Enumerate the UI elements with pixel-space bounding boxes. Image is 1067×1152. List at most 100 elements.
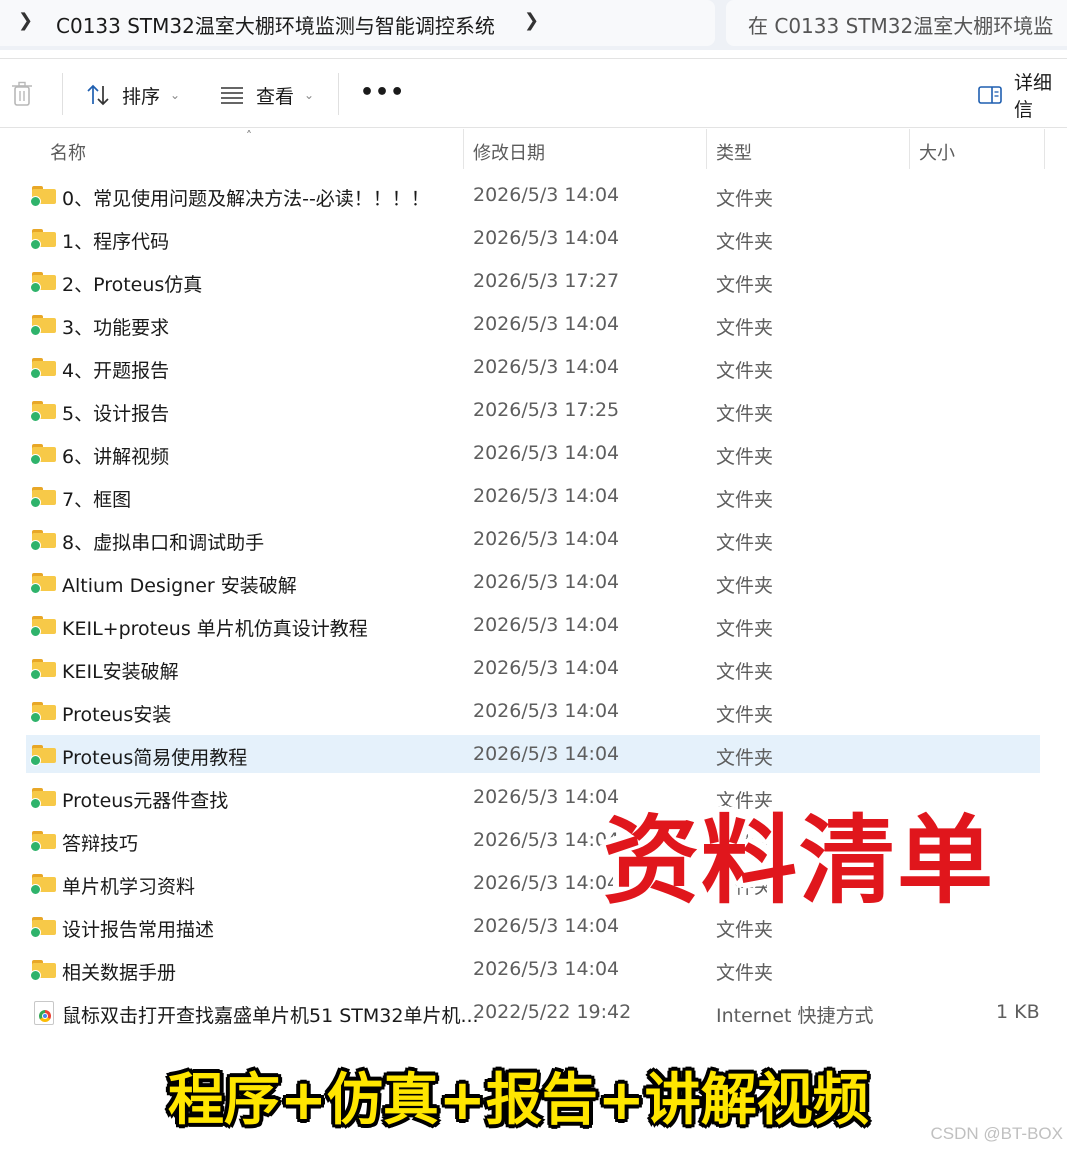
search-input[interactable]: 在 C0133 STM32温室大棚环境监 [726,0,1067,46]
file-row[interactable]: Proteus简易使用教程 2026/5/3 14:04 文件夹 [26,735,1040,773]
file-type: Internet 快捷方式 [716,1005,874,1027]
file-row[interactable]: 3、功能要求 2026/5/3 14:04 文件夹 [26,305,1040,343]
file-date: 2026/5/3 14:04 [473,614,620,636]
file-row[interactable]: 0、常见使用问题及解决方法--必读！！！！ 2026/5/3 14:04 文件夹 [26,176,1040,214]
file-row[interactable]: KEIL安装破解 2026/5/3 14:04 文件夹 [26,649,1040,687]
file-name: Proteus元器件查找 [62,790,229,812]
file-date: 2026/5/3 14:04 [473,829,620,851]
file-name: 4、开题报告 [62,360,170,382]
file-date: 2026/5/3 14:04 [473,356,620,378]
file-type: 文件夹 [716,489,774,511]
file-row[interactable]: 1、程序代码 2026/5/3 14:04 文件夹 [26,219,1040,257]
folder-icon [30,487,56,508]
file-row[interactable]: 6、讲解视频 2026/5/3 14:04 文件夹 [26,434,1040,472]
file-date: 2026/5/3 17:25 [473,399,620,421]
file-date: 2026/5/3 14:04 [473,528,620,550]
file-name: KEIL+proteus 单片机仿真设计教程 [62,618,368,640]
toolbar: 排序 ⌄ 查看 ⌄ ••• 详细信 [0,58,1067,128]
folder-icon [30,401,56,422]
details-pane-label: 详细信 [1014,72,1053,121]
file-row[interactable]: 8、虚拟串口和调试助手 2026/5/3 14:04 文件夹 [26,520,1040,558]
view-icon [220,86,244,104]
file-type: 文件夹 [716,274,774,296]
breadcrumb-folder[interactable]: C0133 STM32温室大棚环境监测与智能调控系统 [56,10,495,39]
file-date: 2026/5/3 14:04 [473,700,620,722]
file-date: 2026/5/3 14:04 [473,872,620,894]
file-name: Proteus简易使用教程 [62,747,248,769]
file-date: 2026/5/3 14:04 [473,485,620,507]
folder-icon [30,745,56,766]
file-date: 2026/5/3 14:04 [473,571,620,593]
file-row[interactable]: Proteus安装 2026/5/3 14:04 文件夹 [26,692,1040,730]
address-bar: ❯ C0133 STM32温室大棚环境监测与智能调控系统 ❯ 在 C0133 S… [0,0,1067,50]
file-row[interactable]: 7、框图 2026/5/3 14:04 文件夹 [26,477,1040,515]
red-banner-text: 资料清单 [603,805,995,917]
column-header-date[interactable]: 修改日期 [473,139,545,165]
file-date: 2026/5/3 14:04 [473,786,620,808]
breadcrumb[interactable]: ❯ C0133 STM32温室大棚环境监测与智能调控系统 ❯ [0,0,715,46]
file-row[interactable]: Altium Designer 安装破解 2026/5/3 14:04 文件夹 [26,563,1040,601]
folder-icon [30,272,56,293]
sort-ascending-icon: ˄ [246,129,252,143]
file-name: 2、Proteus仿真 [62,274,203,296]
folder-icon [30,186,56,207]
search-placeholder: 在 C0133 STM32温室大棚环境监 [748,14,1054,38]
more-options-button[interactable]: ••• [360,80,405,105]
toolbar-divider [338,73,339,115]
file-row[interactable]: 2、Proteus仿真 2026/5/3 17:27 文件夹 [26,262,1040,300]
toolbar-divider [62,73,63,115]
folder-icon [30,917,56,938]
internet-shortcut-icon [34,1001,54,1025]
column-divider[interactable] [1044,129,1045,169]
folder-icon [30,702,56,723]
column-header-type[interactable]: 类型 [716,139,752,165]
sort-icon [86,84,110,106]
file-row[interactable]: 鼠标双击打开查找嘉盛单片机51 STM32单片机... 2022/5/22 19:… [26,993,1040,1031]
column-divider[interactable] [909,129,910,169]
file-date: 2026/5/3 17:27 [473,270,620,292]
file-date: 2026/5/3 14:04 [473,184,620,206]
file-type: 文件夹 [716,575,774,597]
file-name: 答辩技巧 [62,833,139,855]
file-type: 文件夹 [716,661,774,683]
file-date: 2026/5/3 14:04 [473,313,620,335]
details-pane-button[interactable]: 详细信 [978,72,1067,121]
column-header-name[interactable]: 名称 [50,139,86,165]
file-name: Altium Designer 安装破解 [62,575,297,597]
file-type: 文件夹 [716,188,774,210]
file-name: 5、设计报告 [62,403,170,425]
sort-label: 排序 [122,85,161,108]
sort-button[interactable]: 排序 ⌄ [86,81,180,109]
column-divider[interactable] [706,129,707,169]
file-date: 2022/5/22 19:42 [473,1001,632,1023]
file-type: 文件夹 [716,360,774,382]
details-pane-icon [978,85,1002,105]
delete-icon[interactable] [10,81,34,111]
folder-icon [30,788,56,809]
chevron-down-icon: ⌄ [170,88,181,102]
file-name: Proteus安装 [62,704,172,726]
folder-icon [30,444,56,465]
file-row[interactable]: 相关数据手册 2026/5/3 14:04 文件夹 [26,950,1040,988]
file-name: 1、程序代码 [62,231,170,253]
chevron-right-icon[interactable]: ❯ [524,10,539,31]
folder-icon [30,358,56,379]
file-date: 2026/5/3 14:04 [473,227,620,249]
column-header-size[interactable]: 大小 [919,139,955,165]
folder-icon [30,315,56,336]
folder-icon [30,874,56,895]
chevron-right-icon[interactable]: ❯ [18,10,33,31]
view-button[interactable]: 查看 ⌄ [220,81,314,109]
file-type: 文件夹 [716,962,774,984]
file-row[interactable]: 4、开题报告 2026/5/3 14:04 文件夹 [26,348,1040,386]
column-divider[interactable] [463,129,464,169]
file-size: 1 KB [996,1001,1040,1023]
file-row[interactable]: KEIL+proteus 单片机仿真设计教程 2026/5/3 14:04 文件夹 [26,606,1040,644]
folder-icon [30,573,56,594]
file-name: 3、功能要求 [62,317,170,339]
folder-icon [30,229,56,250]
file-type: 文件夹 [716,317,774,339]
file-type: 文件夹 [716,747,774,769]
file-type: 文件夹 [716,231,774,253]
file-row[interactable]: 5、设计报告 2026/5/3 17:25 文件夹 [26,391,1040,429]
